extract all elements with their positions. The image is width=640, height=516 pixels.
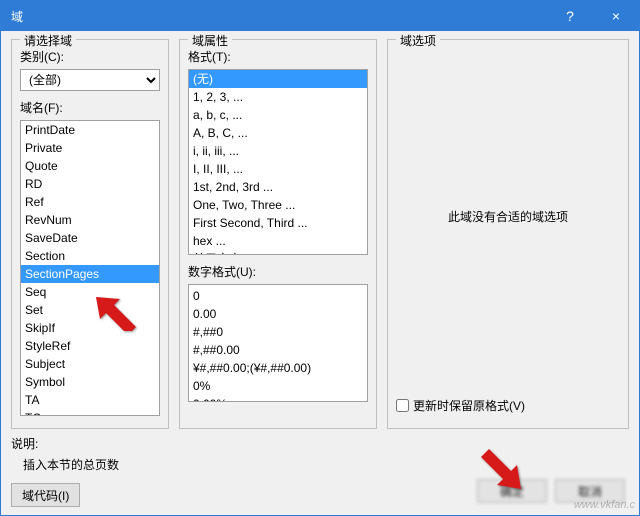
list-item[interactable]: Set xyxy=(21,301,159,319)
list-item[interactable]: I, II, III, ... xyxy=(189,160,367,178)
panel-properties: 域属性 格式(T): (无)1, 2, 3, ...a, b, c, ...A,… xyxy=(179,39,377,429)
list-item[interactable]: SectionPages xyxy=(21,265,159,283)
list-item[interactable]: a, b, c, ... xyxy=(189,106,367,124)
list-item[interactable]: 0.00% xyxy=(189,395,367,402)
list-item[interactable]: 1, 2, 3, ... xyxy=(189,88,367,106)
list-item[interactable]: 0 xyxy=(189,287,367,305)
titlebar: 域 ? × xyxy=(1,1,639,31)
list-item[interactable]: TA xyxy=(21,391,159,409)
list-item[interactable]: hex ... xyxy=(189,232,367,250)
no-options-text: 此域没有合适的域选项 xyxy=(396,208,620,225)
dialog-body: 请选择域 类别(C): (全部) 域名(F): PrintDatePrivate… xyxy=(1,31,639,515)
panel-legend-left: 请选择域 xyxy=(20,32,76,49)
list-item[interactable]: 0% xyxy=(189,377,367,395)
list-item[interactable]: RD xyxy=(21,175,159,193)
ok-button[interactable]: 确定 xyxy=(477,479,547,503)
list-item[interactable]: Subject xyxy=(21,355,159,373)
numformat-label: 数字格式(U): xyxy=(188,263,368,280)
close-button[interactable]: × xyxy=(593,1,639,31)
fieldname-label: 域名(F): xyxy=(20,99,160,116)
panel-legend-right: 域选项 xyxy=(396,32,440,49)
list-item[interactable]: StyleRef xyxy=(21,337,159,355)
list-item[interactable]: Quote xyxy=(21,157,159,175)
list-item[interactable]: Section xyxy=(21,247,159,265)
description-label: 说明: xyxy=(11,437,38,451)
panel-select-field: 请选择域 类别(C): (全部) 域名(F): PrintDatePrivate… xyxy=(11,39,169,429)
field-codes-button[interactable]: 域代码(I) xyxy=(11,483,80,507)
format-listbox[interactable]: (无)1, 2, 3, ...a, b, c, ...A, B, C, ...i… xyxy=(188,69,368,255)
list-item[interactable]: Symbol xyxy=(21,373,159,391)
list-item[interactable]: TC xyxy=(21,409,159,416)
list-item[interactable]: First Second, Third ... xyxy=(189,214,367,232)
list-item[interactable]: RevNum xyxy=(21,211,159,229)
preserve-format-label: 更新时保留原格式(V) xyxy=(413,397,525,414)
category-combo[interactable]: (全部) xyxy=(20,69,160,91)
list-item[interactable]: A, B, C, ... xyxy=(189,124,367,142)
window-title: 域 xyxy=(11,8,547,25)
list-item[interactable]: SkipIf xyxy=(21,319,159,337)
list-item[interactable]: Seq xyxy=(21,283,159,301)
description-row: 说明: 插入本节的总页数 xyxy=(11,435,629,473)
list-item[interactable]: i, ii, iii, ... xyxy=(189,142,367,160)
list-item[interactable]: #,##0.00 xyxy=(189,341,367,359)
columns: 请选择域 类别(C): (全部) 域名(F): PrintDatePrivate… xyxy=(11,39,629,429)
panel-options: 域选项 此域没有合适的域选项 更新时保留原格式(V) xyxy=(387,39,629,429)
list-item[interactable]: Ref xyxy=(21,193,159,211)
list-item[interactable]: One, Two, Three ... xyxy=(189,196,367,214)
list-item[interactable]: (无) xyxy=(189,70,367,88)
numformat-listbox[interactable]: 00.00#,##0#,##0.00¥#,##0.00;(¥#,##0.00)0… xyxy=(188,284,368,402)
list-item[interactable]: ¥#,##0.00;(¥#,##0.00) xyxy=(189,359,367,377)
list-item[interactable]: Private xyxy=(21,139,159,157)
preserve-format-row: 更新时保留原格式(V) xyxy=(396,397,620,420)
titlebar-buttons: ? × xyxy=(547,1,639,31)
description-text: 插入本节的总页数 xyxy=(23,456,629,473)
list-item[interactable]: 1st, 2nd, 3rd ... xyxy=(189,178,367,196)
list-item[interactable]: PrintDate xyxy=(21,121,159,139)
format-label: 格式(T): xyxy=(188,48,368,65)
dialog-window: 域 ? × 请选择域 类别(C): (全部) 域名(F): PrintDateP… xyxy=(0,0,640,516)
list-item[interactable]: #,##0 xyxy=(189,323,367,341)
panel-legend-mid: 域属性 xyxy=(188,32,232,49)
help-button[interactable]: ? xyxy=(547,1,593,31)
fieldname-listbox[interactable]: PrintDatePrivateQuoteRDRefRevNumSaveDate… xyxy=(20,120,160,416)
list-item[interactable]: 0.00 xyxy=(189,305,367,323)
category-label: 类别(C): xyxy=(20,48,160,65)
list-item[interactable]: SaveDate xyxy=(21,229,159,247)
preserve-format-checkbox[interactable] xyxy=(396,399,409,412)
watermark: www.vkfan.c xyxy=(574,499,635,511)
